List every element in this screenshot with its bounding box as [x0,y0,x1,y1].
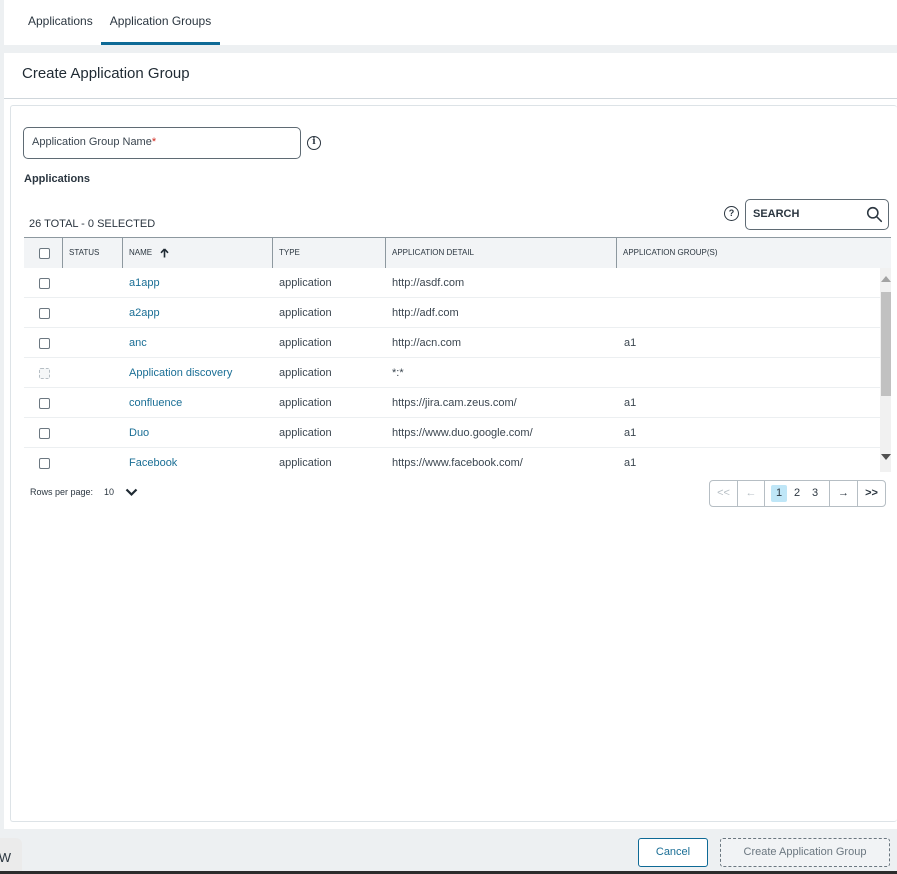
scroll-up-arrow-icon[interactable] [881,276,891,282]
cancel-button[interactable]: Cancel [638,838,708,867]
row-type: application [279,427,332,439]
group-name-input[interactable]: Application Group Name* [23,127,301,159]
row-detail: http://asdf.com [392,277,465,289]
row-checkbox-disabled [39,368,50,379]
page-3-button[interactable]: 3 [807,485,823,502]
row-name-link[interactable]: Facebook [129,448,177,472]
row-checkbox[interactable] [39,428,50,439]
row-type: application [279,457,332,469]
row-checkbox[interactable] [39,338,50,349]
applications-table: STATUS NAME TYPE APPLICATION DETAIL APPL… [24,237,891,472]
form-container: Application Group Name* i Applications 2… [10,105,897,822]
table-row[interactable]: a1app application http://asdf.com [24,268,891,298]
create-group-panel: Create Application Group Application Gro… [4,53,897,829]
header-select-cell [24,238,63,268]
next-page-button[interactable]: → [830,481,858,506]
row-checkbox[interactable] [39,458,50,469]
sort-ascending-icon [160,248,169,258]
tab-applications[interactable]: Applications [28,0,93,45]
page-1-button[interactable]: 1 [771,485,787,502]
group-name-placeholder: Application Group Name [32,136,152,148]
rows-per-page-label: Rows per page: [30,487,94,497]
search-input[interactable]: SEARCH [745,199,889,230]
last-page-button[interactable]: >> [858,481,885,506]
row-groups: a1 [624,427,637,439]
applications-label: Applications [24,173,91,185]
row-detail: http://acn.com [392,337,462,349]
row-checkbox[interactable] [39,278,50,289]
pagination: << ← 1 2 3 → >> [709,480,886,507]
header-name[interactable]: NAME [123,238,273,268]
table-row[interactable]: confluence application https://jira.cam.… [24,388,891,418]
table-body: a1app application http://asdf.com a2app … [24,268,891,472]
row-type: application [279,277,332,289]
top-tab-bar: Applications Application Groups [4,0,897,45]
help-icon[interactable]: ? [724,206,739,221]
header-application-detail[interactable]: APPLICATION DETAIL [386,238,617,268]
table-header: STATUS NAME TYPE APPLICATION DETAIL APPL… [24,237,891,268]
table-scrollbar[interactable] [880,268,891,472]
header-name-label: NAME [129,248,153,257]
row-name-link[interactable]: a2app [129,298,160,328]
required-marker: * [151,136,157,148]
info-icon[interactable]: i [307,136,321,150]
row-detail: https://jira.cam.zeus.com/ [392,397,517,409]
header-type[interactable]: TYPE [273,238,386,268]
row-groups: a1 [624,337,637,349]
row-type: application [279,337,332,349]
table-row[interactable]: Application discovery application *:* [24,358,891,388]
prev-page-button[interactable]: ← [738,481,765,506]
table-row[interactable]: Facebook application https://www.faceboo… [24,448,891,472]
row-groups: a1 [624,397,637,409]
row-checkbox[interactable] [39,308,50,319]
header-application-groups[interactable]: APPLICATION GROUP(S) [617,238,891,268]
row-detail: *:* [392,367,404,379]
divider [4,98,897,99]
table-row[interactable]: a2app application http://adf.com [24,298,891,328]
row-detail: https://www.duo.google.com/ [392,427,533,439]
row-name-link[interactable]: Duo [129,418,149,448]
table-row[interactable]: Duo application https://www.duo.google.c… [24,418,891,448]
row-name-link[interactable]: confluence [129,388,182,418]
selection-summary: 26 TOTAL - 0 SELECTED [29,218,156,230]
search-icon[interactable] [866,206,883,223]
scrollbar-thumb[interactable] [881,292,891,396]
select-all-checkbox[interactable] [39,248,50,259]
tab-application-groups[interactable]: Application Groups [101,0,220,45]
row-detail: https://www.facebook.com/ [392,457,523,469]
row-type: application [279,397,332,409]
row-type: application [279,307,332,319]
row-detail: http://adf.com [392,307,459,319]
table-row[interactable]: anc application http://acn.com a1 [24,328,891,358]
rows-per-page-value[interactable]: 10 [104,487,114,497]
search-placeholder: SEARCH [753,208,800,220]
page-2-button[interactable]: 2 [789,485,805,502]
row-name-link[interactable]: anc [129,328,147,358]
first-page-button[interactable]: << [710,481,738,506]
page-title: Create Application Group [22,65,190,82]
header-status[interactable]: STATUS [63,238,123,268]
row-type: application [279,367,332,379]
chevron-down-icon[interactable] [125,487,138,497]
row-name-link[interactable]: Application discovery [129,358,232,388]
scroll-down-arrow-icon[interactable] [881,454,891,460]
row-checkbox[interactable] [39,398,50,409]
page-numbers: 1 2 3 [765,481,830,506]
create-application-group-button[interactable]: Create Application Group [720,838,890,867]
row-name-link[interactable]: a1app [129,268,160,298]
row-groups: a1 [624,457,637,469]
side-tab[interactable]: W [0,838,22,874]
